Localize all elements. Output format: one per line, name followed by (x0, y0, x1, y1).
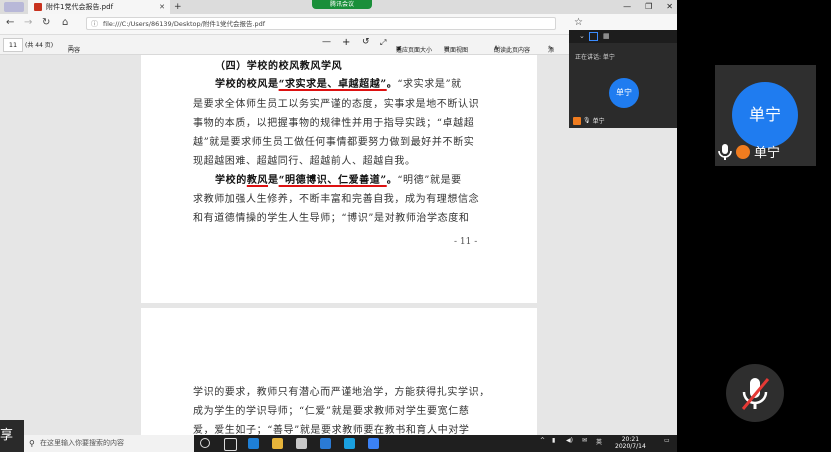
participant-name: 单宁 (754, 146, 781, 161)
mini-window-header: ⌄ ▦ (569, 30, 677, 43)
tab-title: 附件1党代会报告.pdf (46, 3, 114, 11)
network-icon[interactable]: ▮ (552, 437, 555, 444)
contents-label: 内容 (68, 47, 81, 54)
minimize-icon[interactable]: — (623, 0, 631, 14)
participant-avatar: 单宁 (732, 82, 798, 148)
store-icon[interactable] (296, 438, 307, 449)
pdf-icon (34, 3, 42, 11)
collapse-icon[interactable]: ⌄ (579, 32, 585, 40)
tab-actions-icon[interactable] (4, 2, 24, 12)
app-icon[interactable] (368, 438, 379, 449)
text-rest: “求实求是”就 (397, 79, 462, 90)
text-line: 成为学生的学识导师；“仁爱”就是要求教师对学生要宽仁慈 (193, 406, 470, 417)
fullscreen-icon[interactable]: ⤢ (380, 38, 386, 48)
clock-date: 2020/7/14 (615, 443, 646, 450)
clock-time: 20:21 (621, 436, 640, 443)
user-icon (736, 144, 750, 159)
text-line: 越”就是要求师生员工做任何事情都要努力做到最好并不断实 (193, 137, 475, 148)
clock[interactable]: 20:21 2020/7/14 (615, 436, 646, 450)
text-line: 求教师加强人生修养，不断丰富和完善自我，成为有理想信念 (193, 194, 480, 205)
share-button[interactable]: 享 (0, 420, 24, 452)
share-label: 享 (0, 428, 14, 443)
window-mode-icon[interactable] (589, 32, 598, 41)
text-line: 和有道德情操的学生人生导师；“博识”是对教师治学态度和 (193, 213, 470, 224)
page-number: - 11 - (454, 237, 478, 247)
tray-chevron-icon[interactable]: ^ (540, 437, 545, 444)
input-language[interactable]: 英 (596, 437, 602, 446)
pdf-page-12: 学识的要求，教师只有潜心而严谨地治学，方能获得扎实学识， 成为学生的学识导师；“… (141, 308, 537, 448)
text-line: 学校的校风是“求实求是、卓越超越”。“求实求是”就 (215, 75, 462, 90)
user-icon (573, 116, 581, 125)
text-rest: “明德”就是要 (397, 175, 462, 186)
window-controls: — ❐ ✕ (623, 0, 673, 14)
page-view-label: 页面视图 (444, 47, 469, 54)
taskbar: ⚲ 在这里输入你要搜索的内容 ^ ▮ ◀) ✉ 英 20:21 2020/7/14… (0, 435, 677, 452)
fit-page-label: 适应页面大小 (396, 47, 433, 54)
close-tab-icon[interactable]: ✕ (159, 3, 165, 11)
meeting-app-icon[interactable] (344, 438, 355, 449)
refresh-icon[interactable]: ↻ (42, 17, 50, 28)
zoom-in-button[interactable]: + (342, 37, 350, 48)
volume-icon[interactable]: ◀) (566, 437, 573, 444)
close-window-icon[interactable]: ✕ (666, 0, 673, 14)
favorite-icon[interactable]: ☆ (574, 17, 583, 28)
mini-participant-name: 单宁 (592, 118, 605, 125)
text-line: 学校的教风是“明德博识、仁爱善道”。“明德”就是要 (215, 171, 462, 186)
speaking-label: 正在讲话: 单宁 (575, 54, 615, 61)
mic-icon (718, 143, 732, 160)
maximize-icon[interactable]: ❐ (645, 0, 652, 14)
back-icon[interactable]: ← (6, 17, 14, 28)
tab-bar: 附件1党代会报告.pdf ✕ + 腾讯会议 — ❐ ✕ (0, 0, 677, 14)
ime-icon[interactable]: ✉ (582, 437, 587, 444)
mini-avatar: 单宁 (609, 78, 639, 108)
text-underlined: “明德博识、仁爱善道” (278, 175, 387, 186)
info-icon: ⓘ (91, 20, 98, 28)
mute-button[interactable] (726, 364, 784, 422)
new-tab-button[interactable]: + (174, 0, 182, 14)
meeting-mini-window[interactable]: ⌄ ▦ 正在讲话: 单宁 单宁 🎙 单宁 (569, 30, 677, 128)
home-icon[interactable]: ⌂ (62, 17, 68, 28)
text-line: 事物的本质，以把握事物的规律性并用于指导实践；“卓越超 (193, 118, 475, 129)
mini-participant: 🎙 单宁 (573, 116, 605, 125)
zoom-out-button[interactable]: — (322, 37, 331, 47)
mic-muted-icon (741, 378, 770, 410)
text-bold: 学校的校风是 (215, 79, 279, 90)
text-punct: 。 (386, 79, 398, 90)
rotate-icon[interactable]: ↺ (362, 37, 370, 47)
mail-icon[interactable] (320, 438, 331, 449)
search-placeholder: 在这里输入你要搜索的内容 (40, 439, 124, 447)
browser-window: 附件1党代会报告.pdf ✕ + 腾讯会议 — ❐ ✕ ← → ↻ ⌂ ⓘ fi… (0, 0, 677, 452)
text-punct: 。 (386, 175, 398, 186)
read-aloud-label: 朗读此页内容 (494, 47, 531, 54)
grid-icon[interactable]: ▦ (603, 32, 610, 40)
url-text: file:///C:/Users/86139/Desktop/附件1党代会报告.… (103, 20, 266, 28)
page-total: (共 44 页) (25, 42, 54, 49)
search-icon: ⚲ (29, 439, 35, 448)
page-number-input[interactable]: 11 (3, 38, 23, 52)
text-line: 是要求全体师生员工以务实严谨的态度，实事求是地不断认识 (193, 99, 480, 110)
pdf-page-11: （四）学校的校风教风学风 学校的校风是“求实求是、卓越超越”。“求实求是”就 是… (141, 55, 537, 303)
mic-icon: 🎙 (583, 117, 591, 124)
tab-pdf[interactable]: 附件1党代会报告.pdf ✕ (28, 0, 170, 14)
section-heading: （四）学校的校风教风学风 (215, 61, 343, 72)
meeting-pill[interactable]: 腾讯会议 (312, 0, 372, 9)
text-line: 现超越困难、超越同行、超越前人、超越自我。 (193, 156, 416, 167)
edge-icon[interactable] (248, 438, 259, 449)
text-underlined: “求实求是、卓越超越” (278, 79, 387, 90)
text-line: 爱，爱生如子；“善导”就是要求教师要在教书和育人中对学 (193, 425, 470, 436)
forward-icon[interactable]: → (24, 17, 32, 28)
text-underlined: 教风 (246, 175, 269, 186)
file-explorer-icon[interactable] (272, 438, 283, 449)
taskbar-search[interactable]: ⚲ 在这里输入你要搜索的内容 (24, 435, 194, 452)
url-field[interactable]: ⓘ file:///C:/Users/86139/Desktop/附件1党代会报… (86, 17, 556, 30)
annotate-label: 添 (548, 47, 555, 54)
participant-label: 单宁 (718, 142, 780, 161)
text-bold: 是 (268, 175, 279, 186)
cortana-icon[interactable] (200, 438, 210, 448)
text-bold: 学校的 (215, 175, 247, 186)
task-view-icon[interactable] (224, 438, 237, 451)
notifications-icon[interactable]: ▭ (664, 437, 670, 444)
text-line: 学识的要求，教师只有潜心而严谨地治学，方能获得扎实学识， (193, 387, 490, 398)
